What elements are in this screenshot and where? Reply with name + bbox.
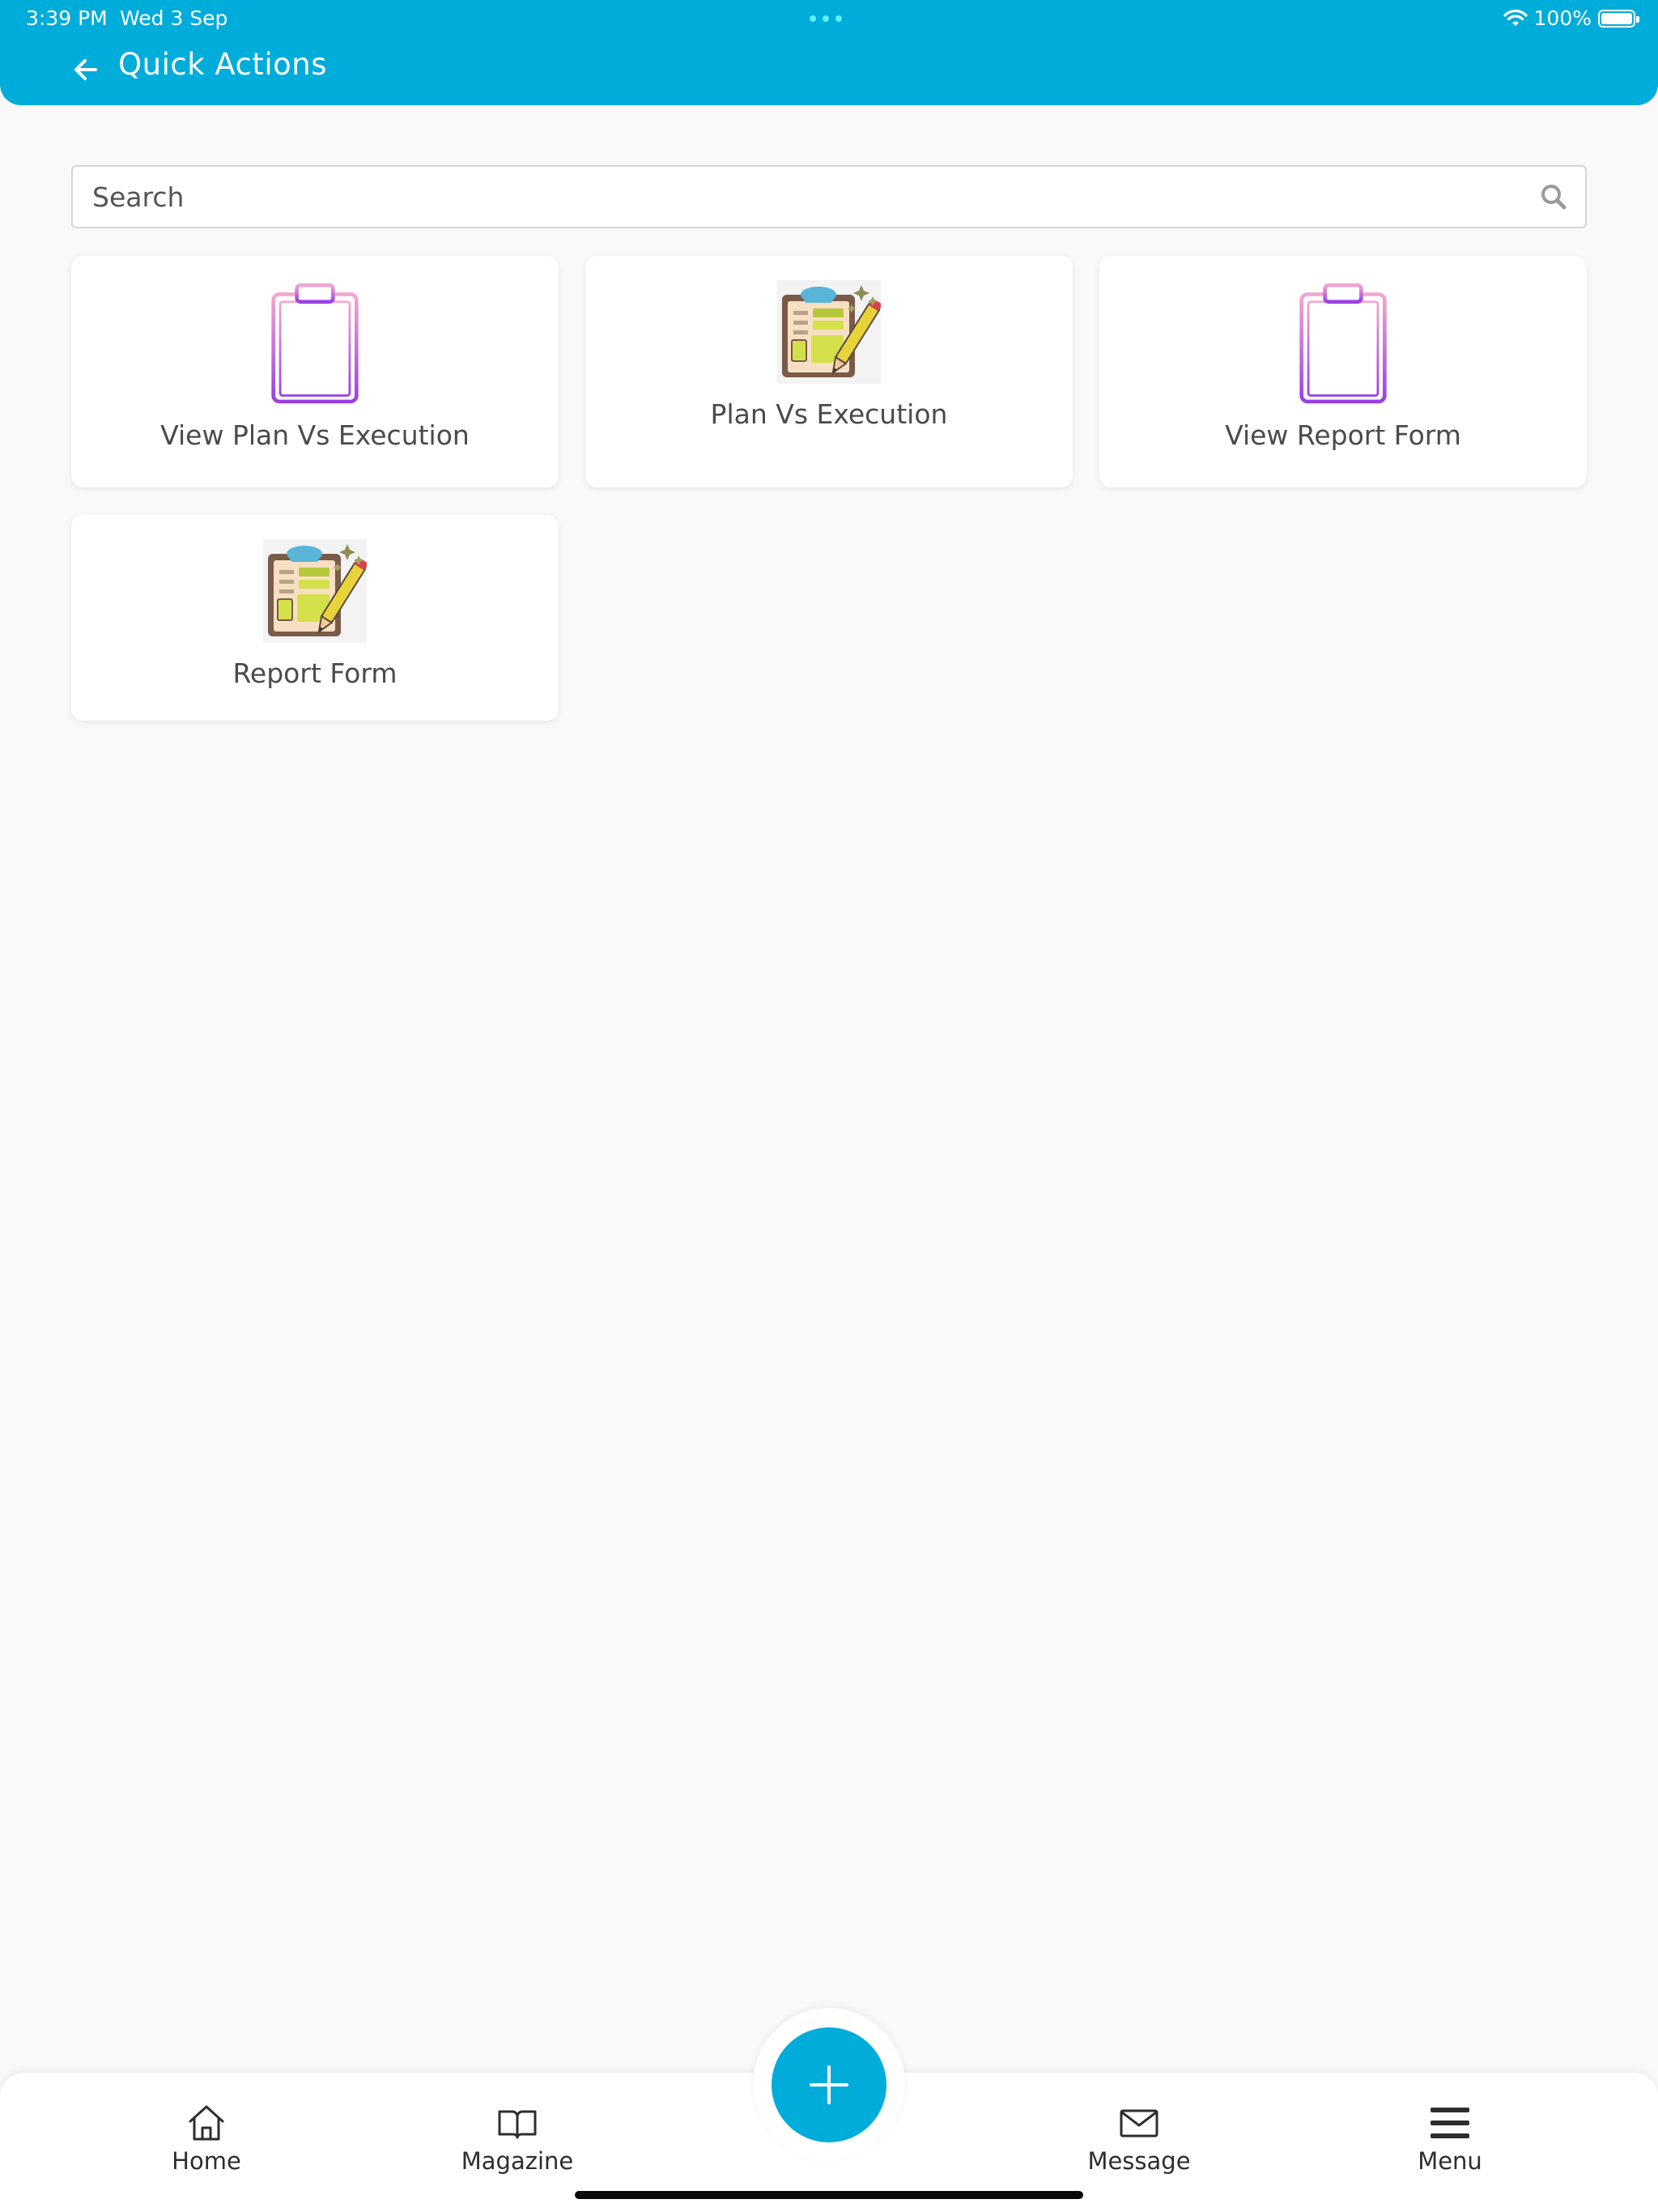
medical-clipboard-icon bbox=[1298, 282, 1388, 406]
wifi-icon bbox=[1503, 9, 1528, 26]
add-button[interactable] bbox=[772, 2027, 886, 2142]
action-card-label: View Report Form bbox=[1225, 419, 1461, 451]
clipboard-pencil-icon bbox=[263, 539, 367, 643]
multitasking-dots-icon[interactable] bbox=[810, 15, 842, 22]
battery-icon bbox=[1598, 9, 1639, 28]
nav-label: Menu bbox=[1418, 2147, 1482, 2175]
battery-percent: 100% bbox=[1533, 6, 1592, 30]
search-icon[interactable] bbox=[1540, 183, 1567, 211]
search-input[interactable] bbox=[92, 167, 1517, 227]
action-card-view-report-form[interactable]: View Report Form bbox=[1099, 256, 1587, 487]
action-card-view-plan-vs-execution[interactable]: View Plan Vs Execution bbox=[71, 256, 559, 487]
app-header: 3:39 PM Wed 3 Sep 100% Quick Actions bbox=[0, 0, 1658, 105]
home-indicator[interactable] bbox=[575, 2191, 1083, 2199]
nav-label: Home bbox=[172, 2147, 241, 2175]
status-date: Wed 3 Sep bbox=[120, 6, 228, 30]
quick-actions-screen: 3:39 PM Wed 3 Sep 100% Quick Actions Sea… bbox=[0, 0, 1658, 2212]
medical-clipboard-icon bbox=[270, 282, 360, 406]
search-bar bbox=[71, 165, 1587, 228]
envelope-icon bbox=[1120, 2109, 1158, 2138]
book-icon bbox=[498, 2110, 537, 2139]
home-icon bbox=[189, 2105, 224, 2141]
hamburger-menu-icon bbox=[1431, 2108, 1469, 2138]
arrow-left-icon[interactable] bbox=[70, 53, 102, 86]
nav-item-menu[interactable]: Menu bbox=[1361, 2102, 1539, 2175]
clipboard-pencil-icon bbox=[777, 280, 881, 384]
action-card-plan-vs-execution[interactable]: Plan Vs Execution bbox=[585, 256, 1073, 487]
nav-label: Message bbox=[1087, 2147, 1191, 2175]
nav-item-home[interactable]: Home bbox=[117, 2102, 295, 2175]
status-right: 100% bbox=[1503, 6, 1639, 30]
action-card-report-form[interactable]: Report Form bbox=[71, 515, 559, 721]
action-card-label: Report Form bbox=[232, 657, 397, 689]
status-time: 3:39 PM bbox=[26, 6, 108, 30]
action-card-label: Plan Vs Execution bbox=[710, 398, 948, 430]
plus-icon bbox=[810, 2065, 848, 2104]
nav-item-message[interactable]: Message bbox=[1050, 2102, 1228, 2175]
nav-item-magazine[interactable]: Magazine bbox=[428, 2102, 606, 2175]
action-card-label: View Plan Vs Execution bbox=[160, 419, 470, 451]
page-title: Quick Actions bbox=[118, 47, 328, 82]
nav-label: Magazine bbox=[461, 2147, 574, 2175]
